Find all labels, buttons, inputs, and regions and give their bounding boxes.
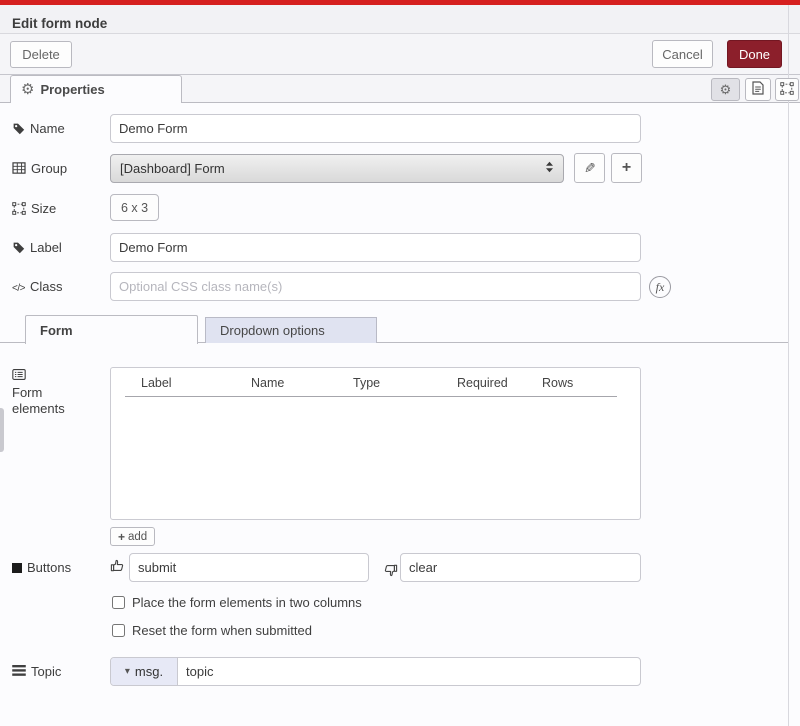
clear-button-text-input[interactable] xyxy=(400,553,641,582)
form-elements-label: Form elements xyxy=(12,368,88,417)
buttons-field-label: Buttons xyxy=(12,560,71,576)
tray-right-border xyxy=(788,5,789,726)
tag-icon xyxy=(12,122,25,135)
column-header-type: Type xyxy=(353,376,380,390)
appearance-icon-button[interactable] xyxy=(775,78,799,101)
reset-on-submit-label: Reset the form when submitted xyxy=(132,623,312,638)
label-input[interactable] xyxy=(110,233,641,262)
gear-icon: ⚙ xyxy=(720,83,732,96)
edit-group-button[interactable]: ✎ xyxy=(574,153,605,183)
tag-icon xyxy=(12,241,25,254)
two-columns-checkbox[interactable] xyxy=(112,596,125,609)
thumbs-down-icon xyxy=(383,560,398,578)
tab-form[interactable]: Form xyxy=(25,315,198,344)
size-button[interactable]: 6 x 3 xyxy=(110,194,159,221)
tab-dropdown-options[interactable]: Dropdown options xyxy=(205,317,377,343)
object-group-icon xyxy=(780,82,794,98)
list-alt-icon xyxy=(12,369,26,380)
tasks-icon xyxy=(12,665,26,676)
submit-button-text-input[interactable] xyxy=(129,553,369,582)
topic-field-label: Topic xyxy=(12,664,61,680)
select-arrows-icon xyxy=(545,161,554,176)
header-divider xyxy=(125,396,617,397)
dialog-title: Edit form node xyxy=(12,16,107,31)
table-icon xyxy=(12,162,26,174)
two-columns-label: Place the form elements in two columns xyxy=(132,595,362,610)
plus-icon: + xyxy=(622,159,631,177)
code-icon: </> xyxy=(12,281,25,297)
column-header-rows: Rows xyxy=(542,376,573,390)
plus-icon: + xyxy=(118,530,125,544)
description-icon-button[interactable] xyxy=(745,78,771,101)
form-elements-list: Label Name Type Required Rows xyxy=(110,367,641,520)
tray-header: Edit form node xyxy=(0,5,800,34)
add-element-button[interactable]: + add xyxy=(110,527,155,546)
tray-resize-handle[interactable] xyxy=(0,408,4,452)
reset-on-submit-checkbox[interactable] xyxy=(112,624,125,637)
add-group-button[interactable]: + xyxy=(611,153,642,183)
properties-icon-button[interactable]: ⚙ xyxy=(711,78,740,101)
topic-typed-input: ▾ msg. xyxy=(110,657,641,686)
column-header-label: Label xyxy=(141,376,172,390)
gear-icon: ⚙ xyxy=(21,82,34,97)
topic-prefix-label: msg. xyxy=(135,664,163,679)
document-icon xyxy=(752,81,764,98)
tab-properties[interactable]: ⚙ Properties xyxy=(10,75,182,103)
name-field-label: Name xyxy=(12,121,65,137)
label-field-label: Label xyxy=(12,240,62,256)
column-header-required: Required xyxy=(457,376,508,390)
group-select-value: [Dashboard] Form xyxy=(120,161,545,176)
class-field-label: </> Class xyxy=(12,279,62,297)
topic-input[interactable] xyxy=(178,658,640,685)
size-field-label: Size xyxy=(12,201,56,217)
square-icon xyxy=(12,563,22,573)
two-columns-option: Place the form elements in two columns xyxy=(112,595,362,610)
object-group-icon xyxy=(12,202,26,215)
reset-on-submit-option: Reset the form when submitted xyxy=(112,623,312,638)
name-input[interactable] xyxy=(110,114,641,143)
group-field-label: Group xyxy=(12,161,67,177)
class-input[interactable] xyxy=(110,272,641,301)
pencil-icon: ✎ xyxy=(584,160,596,177)
cancel-button[interactable]: Cancel xyxy=(652,40,713,68)
delete-button[interactable]: Delete xyxy=(10,41,72,68)
column-header-name: Name xyxy=(251,376,284,390)
done-button[interactable]: Done xyxy=(727,40,782,68)
topic-type-selector[interactable]: ▾ msg. xyxy=(111,658,178,685)
fx-expand-button[interactable]: fx xyxy=(649,276,671,298)
properties-tab-label: Properties xyxy=(40,82,104,97)
group-select[interactable]: [Dashboard] Form xyxy=(110,154,564,183)
thumbs-up-icon xyxy=(110,558,125,576)
caret-down-icon: ▾ xyxy=(125,666,130,677)
